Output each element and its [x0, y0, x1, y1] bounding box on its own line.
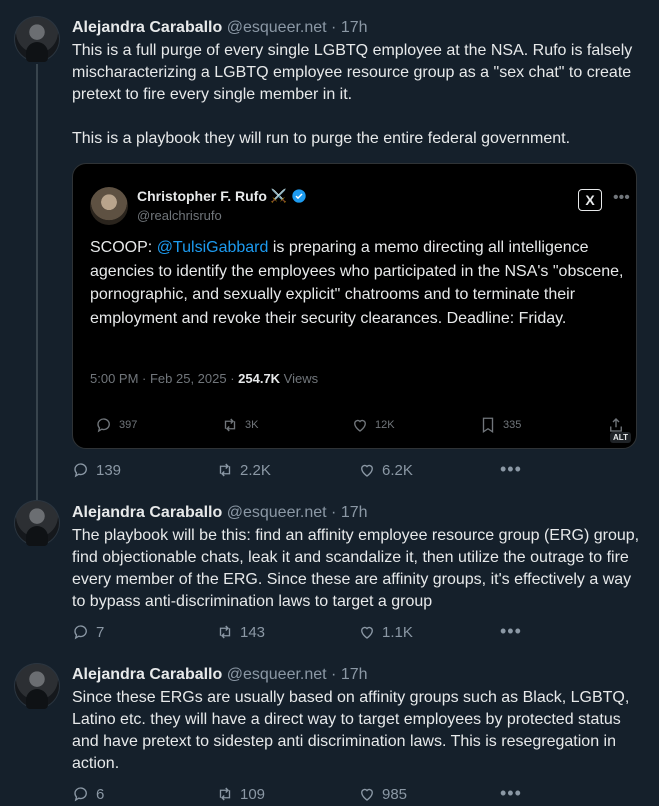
separator: · [326, 504, 341, 521]
separator: · [326, 19, 341, 36]
repost-button[interactable]: 2.2K [216, 461, 271, 479]
repost-icon [219, 787, 231, 801]
repost-icon [224, 418, 236, 432]
author-name[interactable]: Alejandra Caraballo [72, 666, 222, 683]
quoted-reply-button[interactable]: 397 [95, 416, 137, 434]
reply-icon [97, 418, 110, 433]
post-text: Since these ERGs are usually based on af… [72, 687, 647, 775]
repost-icon [219, 625, 231, 639]
post-paragraph: This is a playbook they will run to purg… [72, 130, 571, 147]
reply-count: 139 [96, 461, 122, 479]
quoted-text: SCOOP: @TulsiGabbard is preparing a memo… [90, 236, 625, 330]
like-icon [361, 464, 373, 477]
post-1[interactable]: Alejandra Caraballo @esqueer.net · 17h T… [72, 18, 647, 150]
quoted-meta: 5:00 PM · Feb 25, 2025 · 254.7K Views [90, 371, 318, 386]
quoted-author-name: Christopher F. Rufo [137, 188, 267, 204]
quoted-repost-count: 3K [245, 419, 259, 431]
repost-count: 109 [240, 785, 266, 803]
more-icon[interactable]: ••• [500, 783, 522, 804]
post-2[interactable]: Alejandra Caraballo @esqueer.net · 17h T… [72, 503, 647, 613]
quoted-author[interactable]: Christopher F. Rufo ⚔️ [137, 188, 307, 204]
quoted-tweet[interactable]: Christopher F. Rufo ⚔️ @realchrisrufo X … [72, 163, 637, 449]
alt-badge[interactable]: ALT [610, 432, 631, 443]
repost-button[interactable]: 109 [216, 785, 265, 803]
like-button[interactable]: 985 [358, 785, 407, 803]
like-button[interactable]: 6.2K [358, 461, 413, 479]
reply-button[interactable]: 139 [72, 461, 121, 479]
like-count: 985 [382, 785, 408, 803]
post-paragraph: The playbook will be this: find an affin… [72, 527, 640, 610]
author-handle[interactable]: @esqueer.net [227, 504, 327, 521]
post-3[interactable]: Alejandra Caraballo @esqueer.net · 17h S… [72, 665, 647, 775]
reply-icon [74, 787, 87, 802]
views-label: Views [280, 371, 319, 386]
post-text: The playbook will be this: find an affin… [72, 525, 647, 613]
quoted-handle[interactable]: @realchrisrufo [137, 208, 222, 223]
quoted-text-start: SCOOP: [90, 239, 157, 256]
quoted-bookmark-button[interactable]: 335 [479, 416, 521, 434]
quoted-actions: 397 3K 12K 335 [73, 416, 638, 438]
post-2-actions: 7 143 1.1K ••• [72, 621, 532, 643]
timestamp[interactable]: 17h [341, 666, 368, 683]
post-text: This is a full purge of every single LGB… [72, 40, 647, 150]
quoted-like-button[interactable]: 12K [351, 416, 395, 434]
bookmark-icon [482, 417, 494, 434]
more-icon[interactable]: ••• [500, 621, 522, 642]
views-count: 254.7K [238, 371, 281, 386]
timestamp[interactable]: 17h [341, 19, 368, 36]
timestamp[interactable]: 17h [341, 504, 368, 521]
repost-icon [219, 463, 231, 477]
avatar[interactable] [14, 663, 60, 709]
x-logo-text: X [585, 192, 595, 208]
more-icon[interactable]: ••• [500, 459, 522, 480]
separator: · [326, 666, 341, 683]
verified-icon [292, 189, 306, 203]
author-name[interactable]: Alejandra Caraballo [72, 19, 222, 36]
post-paragraph: This is a full purge of every single LGB… [72, 42, 633, 103]
quoted-bookmark-count: 335 [503, 419, 522, 431]
author-name[interactable]: Alejandra Caraballo [72, 504, 222, 521]
post-3-actions: 6 109 985 ••• [72, 783, 532, 805]
like-icon [361, 626, 373, 639]
author-handle[interactable]: @esqueer.net [227, 666, 327, 683]
quoted-reply-count: 397 [119, 419, 138, 431]
repost-count: 143 [240, 623, 266, 641]
avatar[interactable] [14, 500, 60, 546]
like-icon [354, 419, 366, 432]
repost-count: 2.2K [240, 461, 271, 479]
swords-emoji: ⚔️ [270, 188, 288, 203]
reply-button[interactable]: 7 [72, 623, 104, 641]
quoted-avatar[interactable] [90, 187, 128, 225]
quoted-like-count: 12K [375, 419, 395, 431]
post-1-actions: 139 2.2K 6.2K ••• [72, 459, 532, 481]
quoted-repost-button[interactable]: 3K [221, 416, 258, 434]
avatar[interactable] [14, 16, 60, 62]
repost-button[interactable]: 143 [216, 623, 265, 641]
reply-button[interactable]: 6 [72, 785, 104, 803]
x-logo-icon[interactable]: X [578, 189, 602, 211]
like-count: 6.2K [382, 461, 413, 479]
thread-line [36, 64, 38, 504]
reply-icon [74, 625, 87, 640]
reply-icon [74, 463, 87, 478]
quoted-timestamp[interactable]: 5:00 PM · Feb 25, 2025 · [90, 371, 238, 386]
like-count: 1.1K [382, 623, 413, 641]
author-handle[interactable]: @esqueer.net [227, 19, 327, 36]
reply-count: 6 [96, 785, 105, 803]
more-icon[interactable]: ••• [613, 189, 630, 207]
post-paragraph: Since these ERGs are usually based on af… [72, 689, 630, 772]
reply-count: 7 [96, 623, 105, 641]
like-button[interactable]: 1.1K [358, 623, 413, 641]
mention-link[interactable]: @TulsiGabbard [157, 239, 269, 256]
like-icon [361, 788, 373, 801]
